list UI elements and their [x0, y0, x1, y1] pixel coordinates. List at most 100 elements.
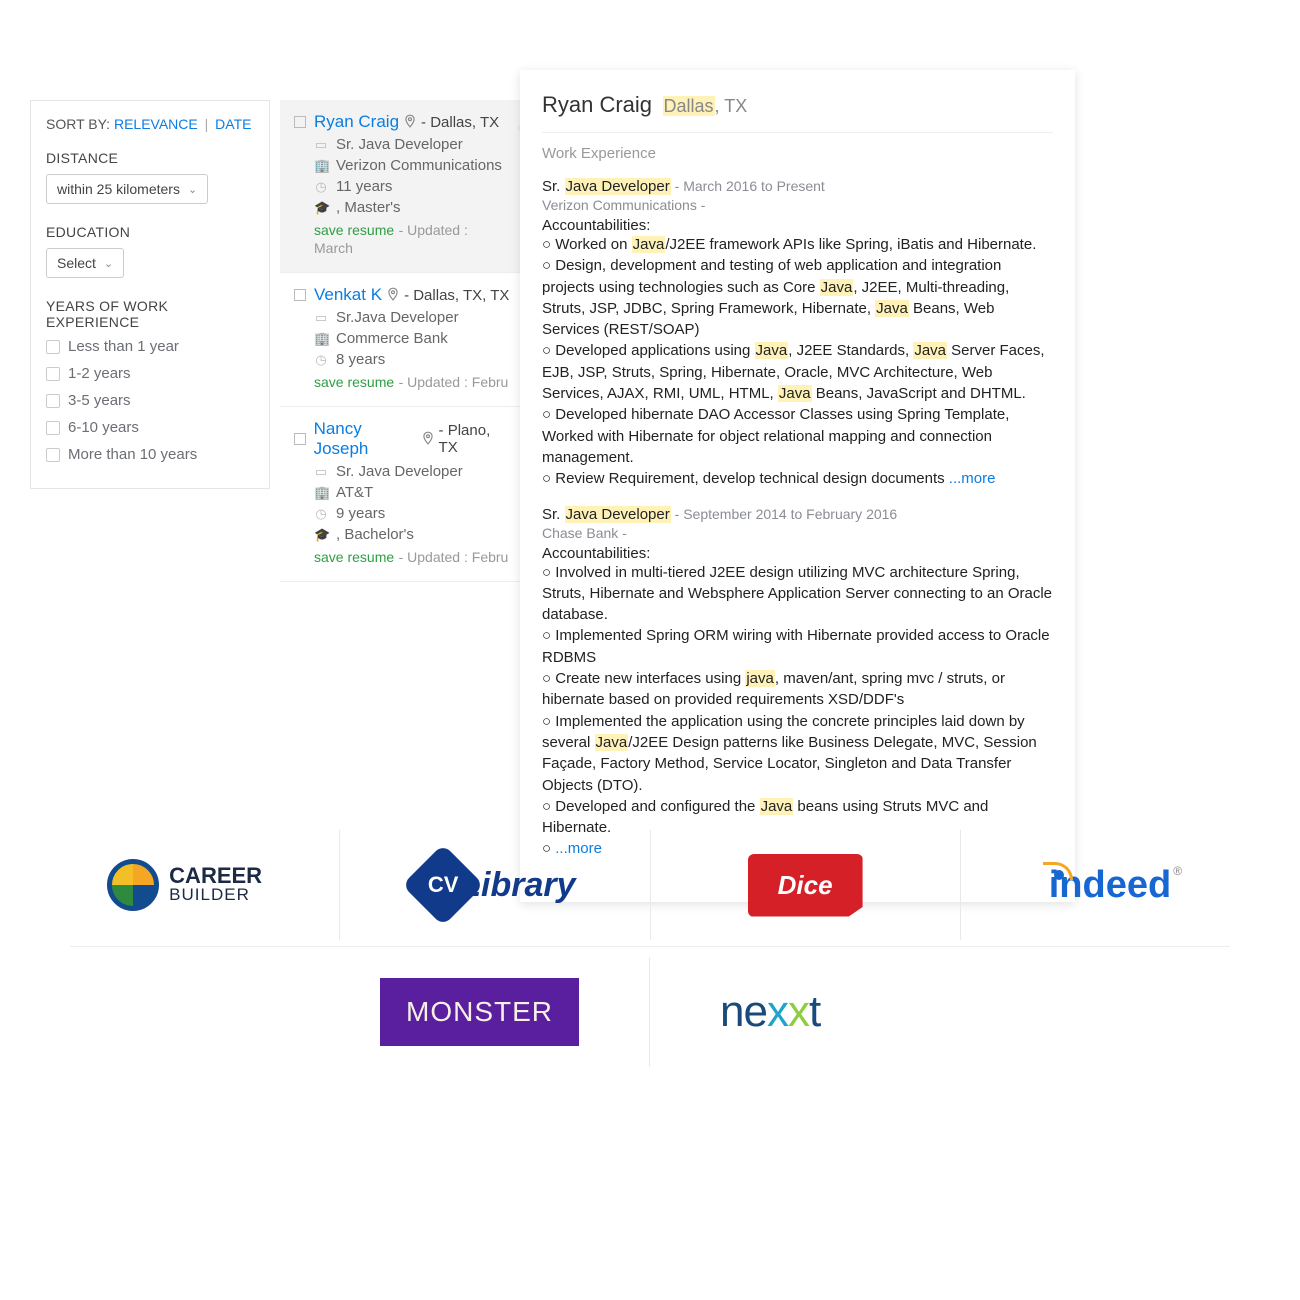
partner-logos: CAREERBUILDER CV Library Dice indeed® MO… — [30, 820, 1270, 1073]
checkbox-icon[interactable] — [46, 340, 60, 354]
experience-label: YEARS OF WORK EXPERIENCE — [46, 298, 254, 330]
candidate-title: Sr. Java Developer — [336, 463, 463, 480]
detail-location: Dallas, TX — [663, 96, 748, 116]
sort-by: SORT BY: RELEVANCE | DATE — [46, 116, 254, 132]
education-value: Select — [57, 255, 96, 271]
candidate-name[interactable]: Venkat K — [314, 285, 382, 305]
bullet: Developed hibernate DAO Accessor Classes… — [542, 404, 1053, 468]
sort-separator: | — [205, 116, 209, 132]
sort-label: SORT BY: — [46, 116, 110, 132]
logo-cvlibrary: CV Library — [340, 830, 650, 940]
briefcase-icon: ▭ — [314, 137, 328, 153]
candidate-degree: , Bachelor's — [336, 526, 414, 543]
distance-label: DISTANCE — [46, 150, 254, 166]
candidate-years: 8 years — [336, 351, 385, 368]
distance-select[interactable]: within 25 kilometers ⌄ — [46, 174, 208, 204]
cvlibrary-icon: CV — [402, 844, 484, 926]
result-card[interactable]: Venkat K - Dallas, TX, TX ▭ Sr.Java Devel… — [280, 273, 520, 407]
candidate-location: - Dallas, TX, TX — [404, 287, 509, 304]
bullet: Create new interfaces using java, maven/… — [542, 668, 1053, 711]
degree-icon: 🎓 — [314, 527, 328, 543]
checkbox-icon[interactable] — [294, 289, 306, 301]
checkbox-icon[interactable] — [46, 421, 60, 435]
results-list: Ryan Craig - Dallas, TX ▭ Sr. Java Develo… — [280, 100, 520, 582]
detail-panel: Ryan Craig Dallas, TX Work Experience Sr… — [520, 70, 1075, 902]
candidate-years: 9 years — [336, 505, 385, 522]
updated-text: - Updated : Febru — [399, 549, 509, 565]
job-title: Sr. Java Developer - March 2016 to Prese… — [542, 178, 1053, 195]
bullet: Implemented the application using the co… — [542, 711, 1053, 796]
chevron-down-icon: ⌄ — [188, 183, 197, 196]
exp-option[interactable]: 6-10 years — [46, 419, 254, 436]
sort-date[interactable]: DATE — [215, 116, 251, 132]
save-resume-link[interactable]: save resume — [314, 374, 394, 390]
candidate-location: - Plano, TX — [439, 422, 510, 456]
bullet: Worked on Java/J2EE framework APIs like … — [542, 234, 1053, 255]
checkbox-icon[interactable] — [294, 116, 306, 128]
distance-value: within 25 kilometers — [57, 181, 180, 197]
updated-text: - Updated : Febru — [399, 374, 509, 390]
pin-icon — [421, 430, 435, 449]
candidate-company: Commerce Bank — [336, 330, 448, 347]
section-title: Work Experience — [542, 145, 1053, 162]
briefcase-icon: ▭ — [314, 464, 328, 480]
bullets: Involved in multi-tiered J2EE design uti… — [542, 562, 1053, 860]
clock-icon: ◷ — [314, 179, 328, 195]
more-link[interactable]: ...more — [949, 470, 996, 487]
candidate-title: Sr. Java Developer — [336, 136, 463, 153]
building-icon: 🏢 — [314, 485, 328, 501]
job-block: Sr. Java Developer - March 2016 to Prese… — [542, 178, 1053, 490]
logo-monster: MONSTER — [30, 957, 650, 1067]
candidate-title: Sr.Java Developer — [336, 309, 459, 326]
detail-name: Ryan Craig — [542, 92, 652, 117]
exp-option[interactable]: More than 10 years — [46, 446, 254, 463]
logo-indeed: indeed® — [961, 830, 1270, 940]
checkbox-icon[interactable] — [46, 394, 60, 408]
bullet: Review Requirement, develop technical de… — [542, 468, 1053, 489]
save-resume-link[interactable]: save resume — [314, 549, 394, 565]
result-card[interactable]: Ryan Craig - Dallas, TX ▭ Sr. Java Develo… — [280, 100, 520, 273]
bullet: Implemented Spring ORM wiring with Hiber… — [542, 625, 1053, 668]
sort-relevance[interactable]: RELEVANCE — [114, 116, 198, 132]
filters-sidebar: SORT BY: RELEVANCE | DATE DISTANCE withi… — [30, 100, 270, 489]
job-company: Verizon Communications - — [542, 197, 1053, 213]
bullet: Developed applications using Java, J2EE … — [542, 340, 1053, 404]
clock-icon: ◷ — [314, 352, 328, 368]
briefcase-icon: ▭ — [314, 310, 328, 326]
logo-dice: Dice — [651, 830, 961, 940]
checkbox-icon[interactable] — [46, 367, 60, 381]
checkbox-icon[interactable] — [294, 433, 306, 445]
clock-icon: ◷ — [314, 506, 328, 522]
bullet: Design, development and testing of web a… — [542, 255, 1053, 340]
job-company: Chase Bank - — [542, 525, 1053, 541]
checkbox-icon[interactable] — [46, 448, 60, 462]
exp-option[interactable]: Less than 1 year — [46, 338, 254, 355]
result-card[interactable]: Nancy Joseph - Plano, TX ▭ Sr. Java Devel… — [280, 407, 520, 582]
candidate-company: AT&T — [336, 484, 373, 501]
education-label: EDUCATION — [46, 224, 254, 240]
experience-options: Less than 1 year 1-2 years 3-5 years 6-1… — [46, 338, 254, 463]
chevron-down-icon: ⌄ — [104, 257, 113, 270]
bullets: Worked on Java/J2EE framework APIs like … — [542, 234, 1053, 490]
education-select[interactable]: Select ⌄ — [46, 248, 124, 278]
job-title: Sr. Java Developer - September 2014 to F… — [542, 506, 1053, 523]
indeed-dot-icon — [1054, 870, 1064, 880]
pin-icon — [386, 286, 400, 305]
building-icon: 🏢 — [314, 158, 328, 174]
logo-careerbuilder: CAREERBUILDER — [30, 830, 340, 940]
degree-icon: 🎓 — [314, 200, 328, 216]
logo-nexxt: nexxt — [650, 957, 1270, 1067]
candidate-name[interactable]: Ryan Craig — [314, 112, 399, 132]
accountabilities-label: Accountabilities: — [542, 217, 1053, 234]
candidate-location: - Dallas, TX — [421, 114, 499, 131]
save-resume-link[interactable]: save resume — [314, 222, 394, 238]
careerbuilder-icon — [107, 859, 159, 911]
job-block: Sr. Java Developer - September 2014 to F… — [542, 506, 1053, 860]
accountabilities-label: Accountabilities: — [542, 545, 1053, 562]
candidate-name[interactable]: Nancy Joseph — [314, 419, 417, 459]
bullet: Involved in multi-tiered J2EE design uti… — [542, 562, 1053, 626]
candidate-company: Verizon Communications — [336, 157, 502, 174]
exp-option[interactable]: 3-5 years — [46, 392, 254, 409]
exp-option[interactable]: 1-2 years — [46, 365, 254, 382]
pin-icon — [403, 113, 417, 132]
